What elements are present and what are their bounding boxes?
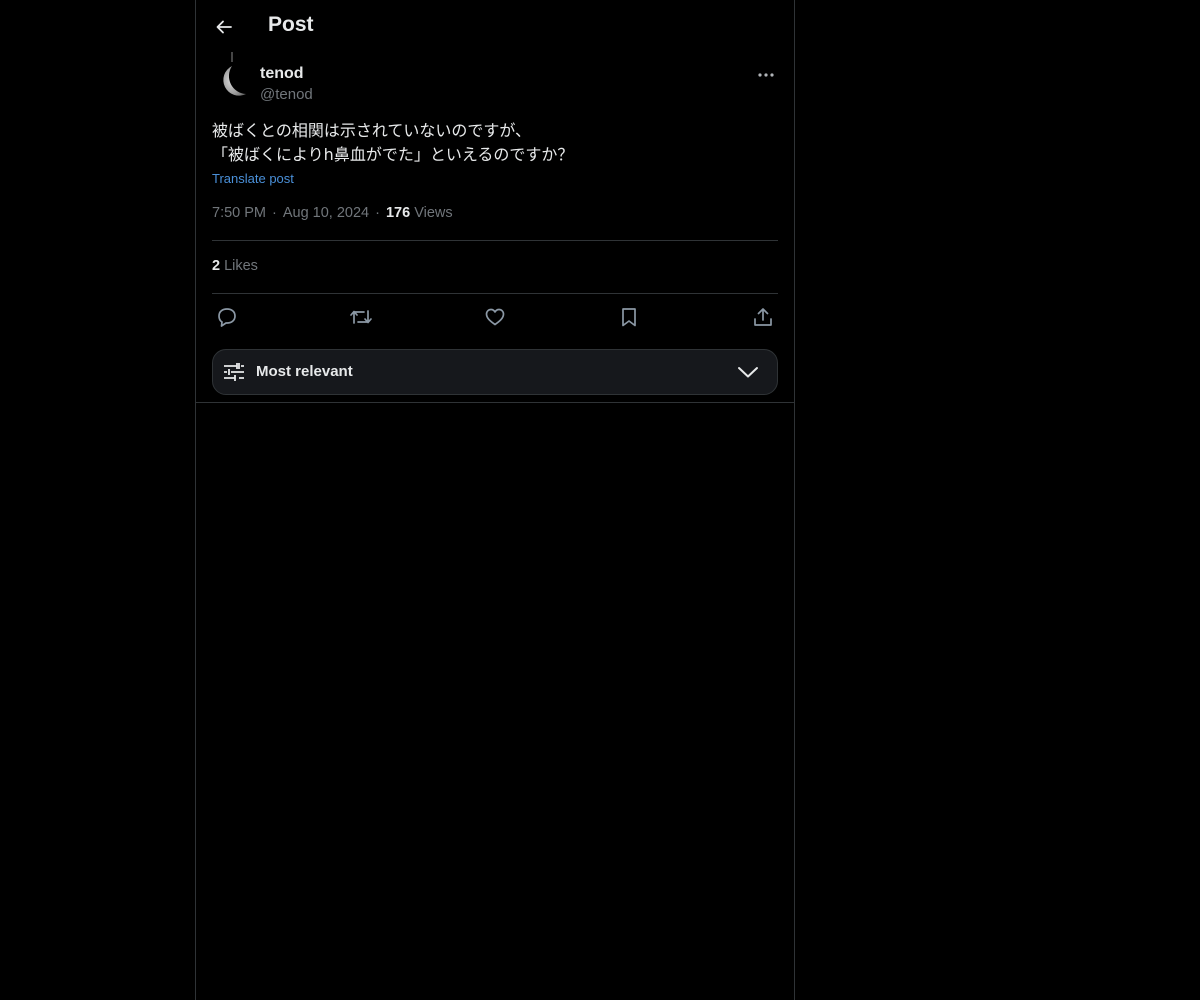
post-column: Post tenod @tenod 被ばくとの相関は示されていないのですが、 「… — [195, 0, 795, 1000]
author-handle[interactable]: @tenod — [260, 86, 313, 103]
bookmark-button[interactable] — [616, 304, 642, 330]
page-title: Post — [268, 13, 314, 36]
likes-stat[interactable]: 2 Likes — [212, 258, 258, 274]
divider — [212, 240, 778, 241]
divider — [212, 293, 778, 294]
back-button[interactable] — [208, 11, 240, 43]
header: Post — [196, 0, 794, 53]
author-name[interactable]: tenod — [260, 65, 304, 83]
action-bar — [212, 304, 778, 330]
translate-post-link[interactable]: Translate post — [212, 171, 294, 186]
share-icon — [752, 306, 774, 328]
meta-separator: · — [375, 205, 380, 221]
share-button[interactable] — [750, 304, 776, 330]
more-button[interactable] — [754, 64, 778, 86]
reply-icon — [216, 306, 238, 328]
divider — [196, 402, 794, 403]
sort-label: Most relevant — [256, 363, 353, 380]
post-date[interactable]: Aug 10, 2024 — [283, 205, 369, 221]
reply-button[interactable] — [214, 304, 240, 330]
post-text-line: 「被ばくによりh鼻血がでた」といえるのですか？ — [212, 145, 574, 164]
post-text: 被ばくとの相関は示されていないのですが、 「被ばくによりh鼻血がでた」といえるの… — [212, 119, 778, 167]
arrow-left-icon — [214, 17, 234, 37]
repost-button[interactable] — [348, 304, 374, 330]
ellipsis-icon — [758, 73, 774, 77]
author-row: tenod @tenod — [212, 52, 778, 108]
repost-icon — [349, 306, 373, 328]
likes-label: Likes — [224, 258, 258, 274]
chevron-down-icon — [737, 363, 759, 381]
avatar[interactable] — [212, 52, 252, 102]
post-meta: 7:50 PM · Aug 10, 2024 · 176 Views — [212, 205, 453, 221]
sort-replies-dropdown[interactable]: Most relevant — [212, 349, 778, 395]
meta-separator: · — [272, 205, 277, 221]
post-time[interactable]: 7:50 PM — [212, 205, 266, 221]
views-label: Views — [414, 205, 453, 221]
views-count: 176 — [385, 205, 411, 221]
likes-count: 2 — [212, 258, 221, 274]
like-button[interactable] — [482, 304, 508, 330]
like-icon — [484, 306, 506, 328]
sliders-icon — [223, 361, 245, 383]
bookmark-icon — [618, 306, 640, 328]
post-text-line: 被ばくとの相関は示されていないのですが、 — [212, 121, 532, 140]
